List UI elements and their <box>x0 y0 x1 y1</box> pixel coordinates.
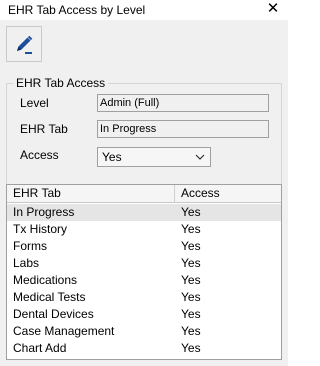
column-header-ehr-tab[interactable]: EHR Tab <box>7 185 175 203</box>
table-row[interactable]: Dental Devices Yes <box>7 306 281 323</box>
table-row[interactable]: In Progress Yes <box>7 204 281 221</box>
cell-ehr-tab: Dental Devices <box>13 307 94 321</box>
cell-access: Yes <box>181 307 201 321</box>
cell-ehr-tab: In Progress <box>13 205 75 219</box>
cell-access: Yes <box>181 341 201 355</box>
cell-ehr-tab: Labs <box>13 256 40 270</box>
grid-header: EHR Tab Access <box>7 185 281 203</box>
chevron-down-icon <box>195 154 205 160</box>
access-label: Access <box>20 148 59 162</box>
cell-ehr-tab: Forms <box>13 239 47 253</box>
access-select-value: Yes <box>102 150 122 164</box>
cell-ehr-tab: Medications <box>13 273 78 287</box>
cell-access: Yes <box>181 256 201 270</box>
window-title: EHR Tab Access by Level <box>8 3 146 17</box>
edit-button[interactable] <box>6 26 42 62</box>
table-row[interactable]: Chart Add Yes <box>7 340 281 357</box>
table-row[interactable]: Case Management Yes <box>7 323 281 340</box>
table-row[interactable]: Tx History Yes <box>7 221 281 238</box>
cell-ehr-tab: Chart Add <box>13 341 67 355</box>
ehr-tab-access-group: EHR Tab Access Level Admin (Full) EHR Ta… <box>6 76 282 193</box>
ehr-tab-label: EHR Tab <box>20 122 68 136</box>
cell-access: Yes <box>181 205 201 219</box>
cell-ehr-tab: Case Management <box>13 324 115 338</box>
column-header-access[interactable]: Access <box>175 185 281 203</box>
ehr-tab-grid: EHR Tab Access In Progress Yes Tx History Y… <box>6 184 282 360</box>
table-row[interactable]: Forms Yes <box>7 238 281 255</box>
ehr-tab-field: In Progress <box>97 120 269 138</box>
title-bar: EHR Tab Access by Level ✕ <box>0 0 288 20</box>
level-field: Admin (Full) <box>97 94 269 112</box>
cell-ehr-tab: Tx History <box>13 222 67 236</box>
pencil-edit-icon <box>17 35 33 54</box>
table-row[interactable]: Labs Yes <box>7 255 281 272</box>
cell-ehr-tab: Medical Tests <box>13 290 86 304</box>
group-legend: EHR Tab Access <box>13 76 109 90</box>
level-label: Level <box>20 96 49 110</box>
cell-access: Yes <box>181 222 201 236</box>
access-select[interactable]: Yes <box>97 147 211 167</box>
cell-access: Yes <box>181 290 201 304</box>
table-row[interactable]: Medical Tests Yes <box>7 289 281 306</box>
cell-access: Yes <box>181 239 201 253</box>
cell-access: Yes <box>181 273 201 287</box>
cell-access: Yes <box>181 324 201 338</box>
table-row[interactable]: Medications Yes <box>7 272 281 289</box>
window-client-area: EHR Tab Access Level Admin (Full) EHR Ta… <box>0 20 288 366</box>
close-button[interactable]: ✕ <box>264 0 282 20</box>
